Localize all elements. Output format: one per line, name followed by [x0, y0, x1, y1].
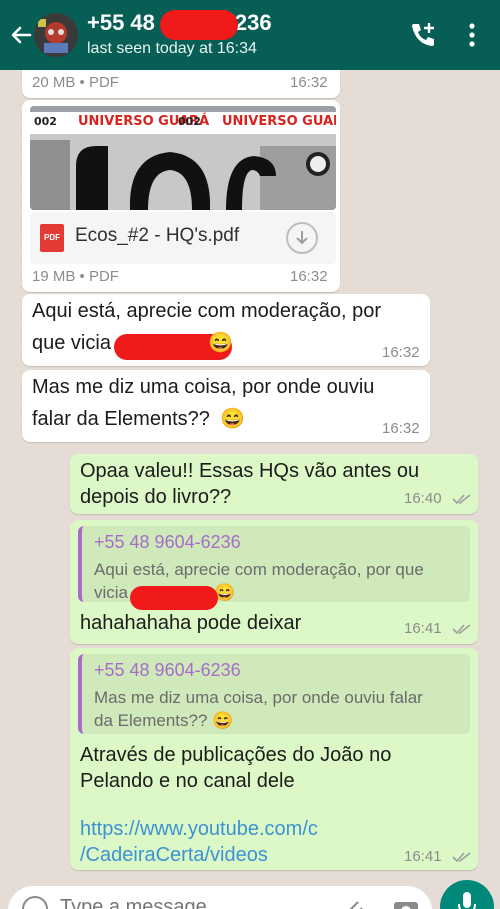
more-vert-icon[interactable]: [462, 20, 482, 50]
quote-text: Aqui está, aprecie com moderação, por qu…: [94, 560, 424, 579]
message-text: Mas me diz uma coisa, por onde ouviu: [32, 376, 375, 398]
grin-emoji: 😄: [212, 711, 234, 730]
message-text: que vicia: [32, 332, 111, 354]
message-text: falar da Elements??: [32, 408, 210, 430]
camera-icon[interactable]: [392, 896, 420, 909]
document-file-row[interactable]: PDF Ecos_#2 - HQ's.pdf: [30, 212, 336, 264]
incoming-message[interactable]: Aqui está, aprecie com moderação, por qu…: [22, 294, 430, 366]
message-link[interactable]: /CadeiraCerta/videos: [80, 840, 268, 870]
message-time: 16:32: [290, 74, 328, 91]
thumbnail-number: 002: [178, 115, 201, 128]
grin-emoji: 😄: [208, 332, 233, 354]
message-text: Aqui está, aprecie com moderação, por: [32, 300, 382, 322]
document-message[interactable]: 002 UNIVERSO GUARÁ 002 UNIVERSO GUARÁ PD…: [22, 100, 340, 292]
mic-icon[interactable]: [440, 880, 494, 909]
emoji-icon[interactable]: [22, 896, 48, 909]
quote-text: vicia: [94, 583, 129, 602]
avatar[interactable]: [34, 13, 78, 57]
double-check-icon: [452, 624, 471, 635]
message-input[interactable]: [60, 896, 320, 909]
outgoing-message[interactable]: Opaa valeu!! Essas HQs vão antes ou depo…: [70, 454, 478, 514]
thumbnail-number: 002: [34, 115, 57, 128]
pdf-file-icon: PDF: [40, 224, 64, 252]
document-message-partial[interactable]: 20 MB • PDF 16:32: [22, 70, 340, 98]
document-file-name[interactable]: Ecos_#2 - HQ's.pdf: [75, 225, 239, 247]
message-composer[interactable]: [8, 886, 432, 909]
outgoing-reply-message[interactable]: +55 48 9604-6236 Mas me diz uma coisa, p…: [70, 648, 478, 870]
quote-text: Mas me diz uma coisa, por onde ouviu fal…: [94, 688, 423, 707]
double-check-icon: [452, 494, 471, 505]
message-time: 16:41: [404, 848, 472, 865]
message-time: 16:32: [382, 344, 420, 361]
message-text: depois do livro??: [80, 486, 232, 508]
quote-text: da Elements??: [94, 711, 208, 730]
outgoing-reply-message[interactable]: +55 48 9604-6236 Aqui está, aprecie com …: [70, 520, 478, 644]
message-time: 16:32: [382, 420, 420, 437]
last-seen-status: last seen today at 16:34: [87, 40, 257, 57]
doc-size: 19 MB • PDF: [32, 268, 119, 285]
redaction-mark: [160, 10, 238, 40]
add-call-icon[interactable]: [408, 20, 438, 50]
quote-author: +55 48 9604-6236: [94, 532, 241, 552]
document-thumbnail[interactable]: 002 UNIVERSO GUARÁ 002 UNIVERSO GUARÁ: [30, 106, 336, 210]
message-time: 16:32: [290, 268, 328, 285]
incoming-message[interactable]: Mas me diz uma coisa, por onde ouviu fal…: [22, 370, 430, 442]
quote-author: +55 48 9604-6236: [94, 660, 241, 680]
arrow-left-icon[interactable]: [8, 20, 34, 50]
doc-size: 20 MB • PDF: [32, 74, 119, 91]
download-icon[interactable]: [286, 222, 318, 254]
chat-area[interactable]: 20 MB • PDF 16:32 002 UNIVERSO GUARÁ 002: [0, 70, 500, 909]
double-check-icon: [452, 852, 471, 863]
message-input-bar: [0, 880, 500, 909]
message-time: 16:41: [404, 620, 472, 637]
paperclip-icon[interactable]: [340, 896, 366, 909]
redaction-mark: [130, 586, 218, 610]
quoted-message[interactable]: +55 48 9604-6236 Aqui está, aprecie com …: [78, 526, 470, 610]
chat-header: +55 48 236 last seen today at 16:34: [0, 0, 500, 70]
message-time: 16:40: [404, 490, 472, 507]
grin-emoji: 😄: [220, 408, 245, 430]
message-text: Pelando e no canal dele: [80, 770, 295, 792]
message-text: hahahahaha pode deixar: [80, 612, 302, 634]
thumbnail-title: UNIVERSO GUARÁ: [222, 114, 336, 129]
quoted-message[interactable]: +55 48 9604-6236 Mas me diz uma coisa, p…: [78, 654, 470, 734]
